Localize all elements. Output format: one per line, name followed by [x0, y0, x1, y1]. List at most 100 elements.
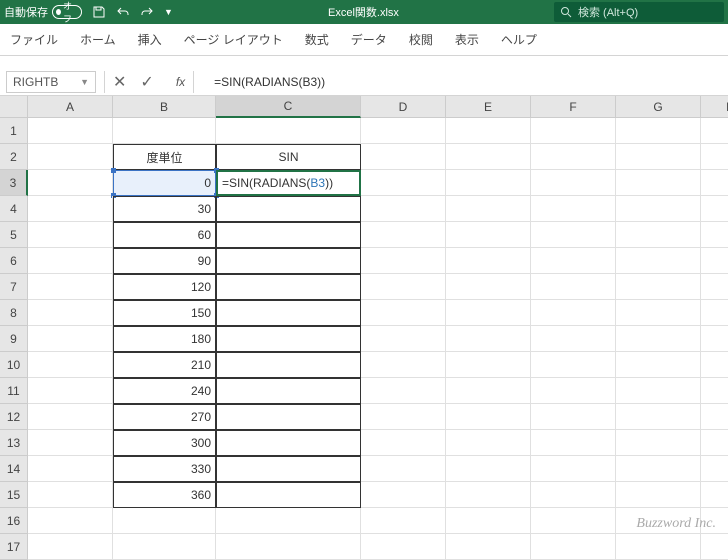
cell-b3[interactable]: 0	[113, 170, 216, 196]
cell[interactable]	[531, 326, 616, 352]
cell[interactable]	[446, 222, 531, 248]
cell[interactable]	[701, 274, 728, 300]
cell[interactable]	[216, 274, 361, 300]
cell[interactable]	[531, 378, 616, 404]
row-1[interactable]: 1	[0, 118, 28, 144]
cell-b5[interactable]: 60	[113, 222, 216, 248]
cell-b4[interactable]: 30	[113, 196, 216, 222]
cell[interactable]	[28, 508, 113, 534]
cell[interactable]	[216, 196, 361, 222]
cell[interactable]	[531, 170, 616, 196]
cell[interactable]	[361, 144, 446, 170]
save-icon[interactable]	[92, 5, 106, 19]
cell[interactable]	[361, 248, 446, 274]
cell[interactable]	[28, 144, 113, 170]
cell[interactable]	[531, 456, 616, 482]
tab-home[interactable]: ホーム	[80, 31, 116, 48]
cell[interactable]	[28, 222, 113, 248]
cell[interactable]	[216, 118, 361, 144]
cell[interactable]	[616, 144, 701, 170]
cell[interactable]	[531, 404, 616, 430]
cell[interactable]	[28, 456, 113, 482]
row-16[interactable]: 16	[0, 508, 28, 534]
cell[interactable]	[616, 456, 701, 482]
cell-c3-active[interactable]: =SIN(RADIANS(B3))	[216, 170, 361, 196]
cell[interactable]	[361, 222, 446, 248]
tab-pagelayout[interactable]: ページ レイアウト	[184, 31, 283, 48]
cell[interactable]	[446, 352, 531, 378]
cell[interactable]	[701, 222, 728, 248]
cell[interactable]	[616, 118, 701, 144]
cell[interactable]	[616, 378, 701, 404]
cell[interactable]	[361, 196, 446, 222]
cell[interactable]	[361, 274, 446, 300]
col-f[interactable]: F	[531, 96, 616, 118]
autosave-toggle[interactable]: 自動保存 オフ	[4, 4, 82, 20]
cell[interactable]	[446, 430, 531, 456]
cell[interactable]	[216, 378, 361, 404]
cell[interactable]	[701, 144, 728, 170]
cell[interactable]	[616, 248, 701, 274]
cell[interactable]	[616, 300, 701, 326]
cell-b11[interactable]: 240	[113, 378, 216, 404]
cell[interactable]	[446, 534, 531, 560]
select-all-corner[interactable]	[0, 96, 28, 118]
cell[interactable]	[361, 404, 446, 430]
row-8[interactable]: 8	[0, 300, 28, 326]
cell[interactable]	[701, 534, 728, 560]
col-b[interactable]: B	[113, 96, 216, 118]
cell[interactable]	[28, 196, 113, 222]
chevron-down-icon[interactable]: ▼	[80, 77, 89, 87]
cell-b10[interactable]: 210	[113, 352, 216, 378]
cell[interactable]	[28, 170, 113, 196]
cell[interactable]	[701, 326, 728, 352]
cell[interactable]	[531, 222, 616, 248]
cell-b14[interactable]: 330	[113, 456, 216, 482]
cell[interactable]	[446, 378, 531, 404]
cell[interactable]	[361, 508, 446, 534]
cell[interactable]	[28, 352, 113, 378]
row-7[interactable]: 7	[0, 274, 28, 300]
cell[interactable]	[361, 300, 446, 326]
cell[interactable]	[113, 508, 216, 534]
cell[interactable]	[616, 222, 701, 248]
cell[interactable]	[531, 274, 616, 300]
cancel-icon[interactable]: ✕	[113, 72, 126, 92]
cell[interactable]	[446, 274, 531, 300]
redo-icon[interactable]	[140, 5, 154, 19]
cell[interactable]	[216, 222, 361, 248]
row-4[interactable]: 4	[0, 196, 28, 222]
cell[interactable]	[113, 118, 216, 144]
cell[interactable]	[446, 170, 531, 196]
cell[interactable]	[216, 352, 361, 378]
cell[interactable]	[28, 300, 113, 326]
cell[interactable]	[531, 248, 616, 274]
cell[interactable]	[701, 378, 728, 404]
cell[interactable]	[361, 170, 446, 196]
cell[interactable]	[113, 534, 216, 560]
cell[interactable]	[616, 534, 701, 560]
row-15[interactable]: 15	[0, 482, 28, 508]
row-9[interactable]: 9	[0, 326, 28, 352]
cell[interactable]	[616, 196, 701, 222]
cell[interactable]	[216, 404, 361, 430]
row-2[interactable]: 2	[0, 144, 28, 170]
cell-b2[interactable]: 度単位	[113, 144, 216, 170]
cell[interactable]	[701, 482, 728, 508]
cell-b15[interactable]: 360	[113, 482, 216, 508]
cell[interactable]	[701, 118, 728, 144]
tab-data[interactable]: データ	[351, 31, 387, 48]
cell[interactable]	[531, 196, 616, 222]
cell[interactable]	[531, 352, 616, 378]
cell[interactable]	[701, 196, 728, 222]
cell-c2[interactable]: SIN	[216, 144, 361, 170]
cell[interactable]	[216, 534, 361, 560]
cell[interactable]	[28, 274, 113, 300]
cell[interactable]	[361, 378, 446, 404]
cell[interactable]	[531, 144, 616, 170]
cell[interactable]	[446, 326, 531, 352]
cell[interactable]	[28, 248, 113, 274]
cell[interactable]	[361, 326, 446, 352]
col-c[interactable]: C	[216, 96, 361, 118]
col-e[interactable]: E	[446, 96, 531, 118]
